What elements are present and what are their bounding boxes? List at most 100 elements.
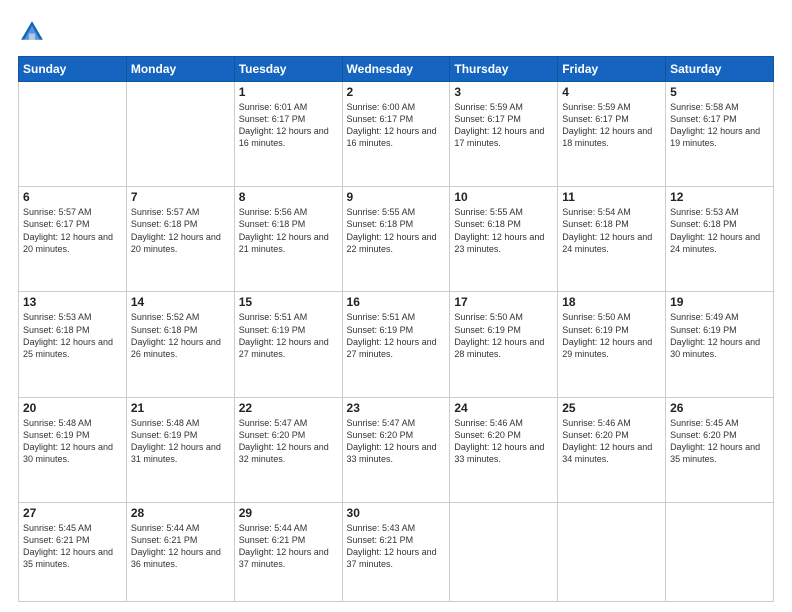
day-number: 16 [347,295,446,309]
day-number: 10 [454,190,553,204]
calendar-cell: 23Sunrise: 5:47 AMSunset: 6:20 PMDayligh… [342,397,450,502]
calendar-week-3: 13 Sunrise: 5:53 AMSunset: 6:18 PMDayligh… [19,292,774,397]
day-number: 14 [131,295,230,309]
cell-info: Sunrise: 5:54 AMSunset: 6:18 PMDaylight:… [562,206,661,255]
day-number: 17 [454,295,553,309]
day-number: 24 [454,401,553,415]
calendar-cell: 12Sunrise: 5:53 AMSunset: 6:18 PMDayligh… [666,187,774,292]
calendar-week-1: 1 Sunrise: 6:01 AMSunset: 6:17 PMDaylight… [19,82,774,187]
cell-info: Sunrise: 5:59 AMSunset: 6:17 PMDaylight:… [562,101,661,150]
calendar-cell: 20 Sunrise: 5:48 AMSunset: 6:19 PMDayligh… [19,397,127,502]
cell-info: Sunrise: 5:47 AMSunset: 6:20 PMDaylight:… [239,417,338,466]
calendar-cell [126,82,234,187]
calendar-cell: 24 Sunrise: 5:46 AMSunset: 6:20 PMDayligh… [450,397,558,502]
cell-info: Sunrise: 5:52 AMSunset: 6:18 PMDaylight:… [131,311,230,360]
day-number: 26 [670,401,769,415]
day-number: 2 [347,85,446,99]
calendar-cell: 16Sunrise: 5:51 AMSunset: 6:19 PMDayligh… [342,292,450,397]
day-number: 23 [347,401,446,415]
cell-info: Sunrise: 5:50 AMSunset: 6:19 PMDaylight:… [454,311,553,360]
day-number: 21 [131,401,230,415]
calendar-cell: 7 Sunrise: 5:57 AMSunset: 6:18 PMDaylight… [126,187,234,292]
calendar-cell: 27Sunrise: 5:45 AMSunset: 6:21 PMDayligh… [19,502,127,601]
weekday-header-saturday: Saturday [666,57,774,82]
logo-icon [18,18,46,46]
calendar-week-5: 27Sunrise: 5:45 AMSunset: 6:21 PMDayligh… [19,502,774,601]
calendar-cell [19,82,127,187]
calendar-week-2: 6 Sunrise: 5:57 AMSunset: 6:17 PMDaylight… [19,187,774,292]
day-number: 29 [239,506,338,520]
cell-info: Sunrise: 5:58 AMSunset: 6:17 PMDaylight:… [670,101,769,150]
cell-info: Sunrise: 5:59 AMSunset: 6:17 PMDaylight:… [454,101,553,150]
day-number: 11 [562,190,661,204]
calendar-cell: 15 Sunrise: 5:51 AMSunset: 6:19 PMDayligh… [234,292,342,397]
day-number: 15 [239,295,338,309]
weekday-header-friday: Friday [558,57,666,82]
cell-info: Sunrise: 5:49 AMSunset: 6:19 PMDaylight:… [670,311,769,360]
day-number: 20 [23,401,122,415]
day-number: 3 [454,85,553,99]
day-number: 12 [670,190,769,204]
cell-info: Sunrise: 5:55 AMSunset: 6:18 PMDaylight:… [454,206,553,255]
calendar-cell: 17 Sunrise: 5:50 AMSunset: 6:19 PMDayligh… [450,292,558,397]
day-number: 1 [239,85,338,99]
header [18,18,774,46]
cell-info: Sunrise: 5:51 AMSunset: 6:19 PMDaylight:… [239,311,338,360]
calendar-cell: 26 Sunrise: 5:45 AMSunset: 6:20 PMDayligh… [666,397,774,502]
day-number: 7 [131,190,230,204]
cell-info: Sunrise: 5:46 AMSunset: 6:20 PMDaylight:… [562,417,661,466]
calendar-cell: 29 Sunrise: 5:44 AMSunset: 6:21 PMDayligh… [234,502,342,601]
calendar-cell: 19 Sunrise: 5:49 AMSunset: 6:19 PMDayligh… [666,292,774,397]
calendar-cell: 5Sunrise: 5:58 AMSunset: 6:17 PMDaylight… [666,82,774,187]
day-number: 4 [562,85,661,99]
calendar-cell: 18Sunrise: 5:50 AMSunset: 6:19 PMDayligh… [558,292,666,397]
day-number: 28 [131,506,230,520]
calendar-cell: 3 Sunrise: 5:59 AMSunset: 6:17 PMDaylight… [450,82,558,187]
calendar-cell: 8Sunrise: 5:56 AMSunset: 6:18 PMDaylight… [234,187,342,292]
cell-info: Sunrise: 5:48 AMSunset: 6:19 PMDaylight:… [23,417,122,466]
calendar-cell: 21 Sunrise: 5:48 AMSunset: 6:19 PMDayligh… [126,397,234,502]
calendar-cell: 13 Sunrise: 5:53 AMSunset: 6:18 PMDayligh… [19,292,127,397]
cell-info: Sunrise: 5:48 AMSunset: 6:19 PMDaylight:… [131,417,230,466]
cell-info: Sunrise: 5:53 AMSunset: 6:18 PMDaylight:… [23,311,122,360]
weekday-header-monday: Monday [126,57,234,82]
page: SundayMondayTuesdayWednesdayThursdayFrid… [0,0,792,612]
calendar-cell: 1 Sunrise: 6:01 AMSunset: 6:17 PMDaylight… [234,82,342,187]
cell-info: Sunrise: 6:00 AMSunset: 6:17 PMDaylight:… [347,101,446,150]
calendar-cell: 9Sunrise: 5:55 AMSunset: 6:18 PMDaylight… [342,187,450,292]
cell-info: Sunrise: 5:43 AMSunset: 6:21 PMDaylight:… [347,522,446,571]
cell-info: Sunrise: 5:57 AMSunset: 6:18 PMDaylight:… [131,206,230,255]
calendar-cell: 11 Sunrise: 5:54 AMSunset: 6:18 PMDayligh… [558,187,666,292]
calendar-cell: 14 Sunrise: 5:52 AMSunset: 6:18 PMDayligh… [126,292,234,397]
calendar-cell: 6 Sunrise: 5:57 AMSunset: 6:17 PMDaylight… [19,187,127,292]
cell-info: Sunrise: 5:45 AMSunset: 6:20 PMDaylight:… [670,417,769,466]
calendar-table: SundayMondayTuesdayWednesdayThursdayFrid… [18,56,774,602]
calendar-cell: 10 Sunrise: 5:55 AMSunset: 6:18 PMDayligh… [450,187,558,292]
weekday-header-thursday: Thursday [450,57,558,82]
weekday-header-sunday: Sunday [19,57,127,82]
cell-info: Sunrise: 5:57 AMSunset: 6:17 PMDaylight:… [23,206,122,255]
day-number: 13 [23,295,122,309]
cell-info: Sunrise: 5:56 AMSunset: 6:18 PMDaylight:… [239,206,338,255]
logo [18,18,50,46]
calendar-cell: 4 Sunrise: 5:59 AMSunset: 6:17 PMDaylight… [558,82,666,187]
cell-info: Sunrise: 5:50 AMSunset: 6:19 PMDaylight:… [562,311,661,360]
cell-info: Sunrise: 5:44 AMSunset: 6:21 PMDaylight:… [131,522,230,571]
cell-info: Sunrise: 5:44 AMSunset: 6:21 PMDaylight:… [239,522,338,571]
calendar-cell: 28 Sunrise: 5:44 AMSunset: 6:21 PMDayligh… [126,502,234,601]
calendar-cell: 25 Sunrise: 5:46 AMSunset: 6:20 PMDayligh… [558,397,666,502]
day-number: 9 [347,190,446,204]
day-number: 25 [562,401,661,415]
calendar-week-4: 20 Sunrise: 5:48 AMSunset: 6:19 PMDayligh… [19,397,774,502]
cell-info: Sunrise: 6:01 AMSunset: 6:17 PMDaylight:… [239,101,338,150]
day-number: 19 [670,295,769,309]
calendar-cell [450,502,558,601]
weekday-header-row: SundayMondayTuesdayWednesdayThursdayFrid… [19,57,774,82]
day-number: 6 [23,190,122,204]
calendar-cell: 2 Sunrise: 6:00 AMSunset: 6:17 PMDaylight… [342,82,450,187]
day-number: 27 [23,506,122,520]
day-number: 22 [239,401,338,415]
cell-info: Sunrise: 5:46 AMSunset: 6:20 PMDaylight:… [454,417,553,466]
calendar-cell: 22 Sunrise: 5:47 AMSunset: 6:20 PMDayligh… [234,397,342,502]
calendar-cell [558,502,666,601]
